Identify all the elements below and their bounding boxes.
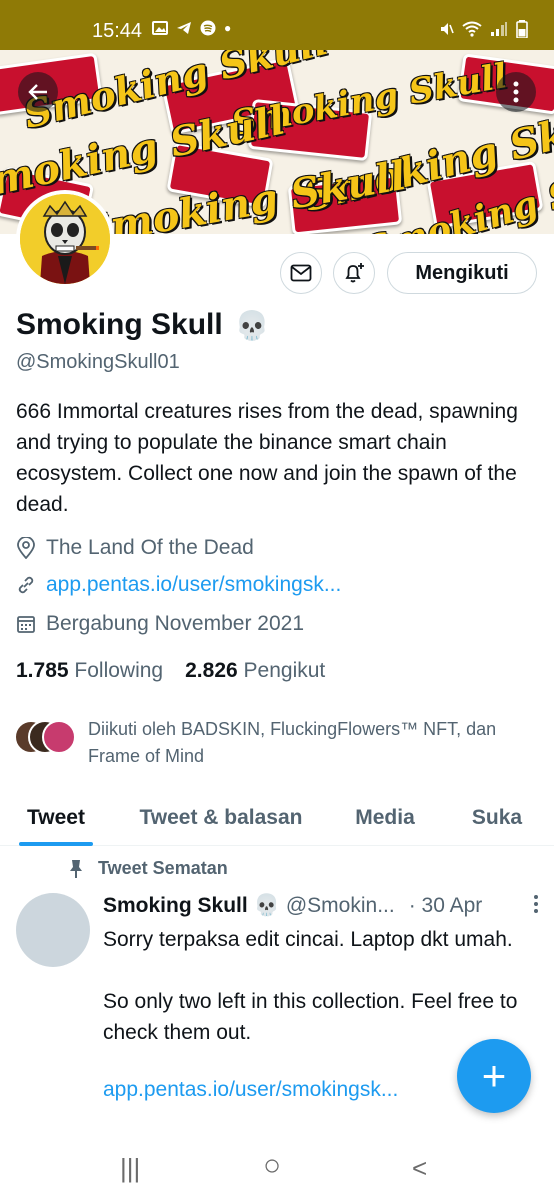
calendar-icon <box>17 616 35 633</box>
joined-text: Bergabung November 2021 <box>46 612 305 635</box>
link-icon <box>18 576 34 594</box>
following-stat[interactable]: 1.785 Following <box>16 659 163 683</box>
tweet-author[interactable]: Smoking Skull <box>103 894 248 918</box>
compose-tweet-button[interactable]: + <box>457 1039 531 1113</box>
profile-location: The Land Of the Dead <box>16 536 254 560</box>
followers-stat[interactable]: 2.826 Pengikut <box>185 659 325 683</box>
tab-label: Media <box>355 806 415 829</box>
skull-avatar-icon <box>20 194 110 284</box>
back-button[interactable] <box>18 72 58 112</box>
wifi-icon <box>462 21 482 37</box>
tweet-avatar[interactable] <box>16 893 90 967</box>
followers-label: Pengikut <box>243 659 326 682</box>
more-vertical-icon <box>513 81 519 103</box>
skull-emoji-icon: 💀 <box>253 894 280 917</box>
back-nav-button[interactable]: < <box>412 1153 427 1184</box>
tweet-date[interactable]: · 30 Apr <box>409 894 483 918</box>
bell-plus-icon <box>345 263 364 283</box>
followers-count: 2.826 <box>185 659 238 682</box>
profile-name-text: Smoking Skull <box>16 308 223 341</box>
tweet-body: Sorry terpaksa edit cincai. Laptop dkt u… <box>103 928 518 1044</box>
tweet-more-button[interactable] <box>533 894 539 920</box>
following-label: Following <box>74 659 164 682</box>
plus-icon: + <box>481 1052 507 1099</box>
signal-icon <box>491 22 507 36</box>
tab-label: Suka <box>471 806 523 829</box>
followed-by-avatars <box>14 720 76 756</box>
profile-tabs: Tweet Tweet & balasan Media Suka <box>0 790 554 846</box>
avatar <box>42 720 76 754</box>
battery-icon <box>516 20 528 38</box>
mail-icon <box>290 264 312 282</box>
telegram-icon <box>177 22 191 34</box>
arrow-left-icon <box>28 84 47 100</box>
status-notification-icons: ● <box>152 20 231 36</box>
followed-by[interactable]: Diikuti oleh BADSKIN, FluckingFlowers™ N… <box>14 716 528 770</box>
tab-label: Tweet & balasan <box>139 806 303 829</box>
spotify-icon <box>200 20 216 36</box>
profile-name: Smoking Skull 💀 <box>16 308 270 342</box>
profile-stats: 1.785 Following 2.826 Pengikut <box>16 659 325 683</box>
tab-likes[interactable]: Suka <box>440 790 554 846</box>
following-button[interactable]: Mengikuti <box>387 252 537 294</box>
profile-joined: Bergabung November 2021 <box>16 612 304 636</box>
profile-avatar[interactable] <box>16 190 114 288</box>
more-vertical-icon <box>534 895 538 913</box>
pinned-text: Tweet Sematan <box>98 858 228 878</box>
profile-bio: 666 Immortal creatures rises from the de… <box>16 400 518 516</box>
profile-website[interactable]: app.pentas.io/user/smokingsk... <box>16 573 341 597</box>
website-link[interactable]: app.pentas.io/user/smokingsk... <box>46 573 341 597</box>
mute-icon <box>441 23 454 35</box>
status-time: 15:44 <box>92 20 143 42</box>
notifications-button[interactable] <box>333 252 375 294</box>
pinned-tweet-label: Tweet Sematan <box>68 858 228 879</box>
system-nav-bar: ||| ○ < <box>0 1135 554 1200</box>
tweet-link[interactable]: app.pentas.io/user/smokingsk... <box>103 1078 398 1102</box>
skull-emoji-icon: 💀 <box>234 309 270 341</box>
profile-handle: @SmokingSkull01 <box>16 351 180 373</box>
message-button[interactable] <box>280 252 322 294</box>
tab-tweet-replies[interactable]: Tweet & balasan <box>112 790 330 846</box>
more-options-button[interactable] <box>496 72 536 112</box>
following-count: 1.785 <box>16 659 69 682</box>
tweet-header: Smoking Skull 💀 @Smokin... · 30 Apr <box>103 894 543 918</box>
status-system-icons <box>438 20 528 38</box>
tweet-handle[interactable]: @Smokin... <box>286 894 395 918</box>
followed-by-text: Diikuti oleh BADSKIN, FluckingFlowers™ N… <box>88 719 497 766</box>
active-tab-indicator <box>19 842 93 846</box>
pin-icon <box>70 859 82 878</box>
tab-media[interactable]: Media <box>330 790 440 846</box>
status-bar: 15:44 ● <box>0 0 554 50</box>
dot-icon: ● <box>224 21 232 35</box>
location-text: The Land Of the Dead <box>46 536 254 559</box>
image-icon <box>152 21 168 35</box>
tab-label: Tweet <box>27 806 85 829</box>
tab-tweet[interactable]: Tweet <box>0 790 112 846</box>
recents-button[interactable]: ||| <box>120 1153 140 1184</box>
home-button[interactable]: ○ <box>263 1149 281 1183</box>
location-pin-icon <box>17 537 35 559</box>
